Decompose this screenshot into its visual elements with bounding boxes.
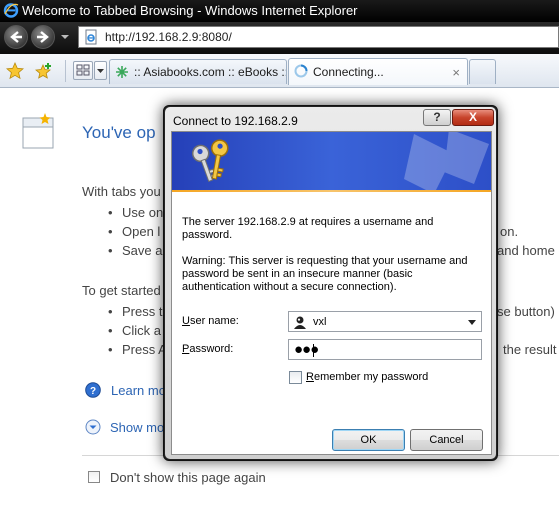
- list-item: Press t: [108, 304, 163, 319]
- list-item: Save a: [108, 243, 163, 258]
- list-item-tail: and home: [497, 243, 555, 258]
- back-arrow-icon: [10, 31, 22, 43]
- password-field[interactable]: ●●●: [288, 339, 482, 360]
- help-button[interactable]: ?: [423, 109, 451, 126]
- address-url[interactable]: http://192.168.2.9:8080/: [105, 30, 232, 44]
- show-more-link[interactable]: Show mo: [110, 420, 164, 435]
- password-label: Password:: [182, 343, 234, 355]
- tab-list-dropdown[interactable]: [94, 61, 107, 80]
- new-tab-button[interactable]: [469, 59, 496, 84]
- list-item: Press A: [108, 342, 167, 357]
- forward-arrow-icon: [37, 31, 49, 43]
- connect-dialog: Connect to 192.168.2.9 ? X The server 19…: [163, 105, 498, 461]
- quick-tabs-button[interactable]: [73, 61, 93, 80]
- dont-show-label: Don't show this page again: [110, 470, 266, 485]
- remember-password-checkbox[interactable]: [289, 371, 302, 384]
- dialog-title: Connect to 192.168.2.9: [173, 114, 298, 128]
- list-item: Open l: [108, 224, 160, 239]
- page-icon: [85, 29, 97, 45]
- keys-icon: [191, 139, 229, 182]
- help-icon: ?: [85, 382, 101, 398]
- dialog-banner: [172, 132, 491, 192]
- quick-tabs-icon: [76, 64, 90, 76]
- text-caret: [313, 344, 314, 357]
- address-bar[interactable]: http://192.168.2.9:8080/: [78, 26, 559, 48]
- ie-logo-icon: [3, 3, 19, 18]
- list-item-tail: se button): [497, 304, 555, 319]
- list-item: Click a: [108, 323, 161, 338]
- tab-asiabooks[interactable]: :: Asiabooks.com :: eBooks ::: [109, 59, 287, 84]
- chevron-down-icon[interactable]: [468, 320, 476, 325]
- loading-spinner-icon: [294, 64, 308, 78]
- back-button[interactable]: [4, 25, 28, 49]
- username-combobox[interactable]: vxl: [288, 311, 482, 332]
- tab-connecting[interactable]: Connecting... ×: [288, 58, 468, 85]
- recent-pages-dropdown-icon[interactable]: [60, 32, 70, 42]
- svg-text:?: ?: [90, 386, 96, 397]
- new-tab-page-icon: [22, 113, 54, 149]
- tab-label: :: Asiabooks.com :: eBooks ::: [134, 65, 287, 79]
- list-item: Use on: [108, 205, 163, 220]
- remember-password-label[interactable]: Remember my password: [306, 371, 428, 383]
- window-title: Welcome to Tabbed Browsing - Windows Int…: [22, 3, 358, 18]
- toolbar-separator: [65, 60, 66, 82]
- asiabooks-favicon-icon: [116, 66, 128, 78]
- ok-button[interactable]: OK: [332, 429, 405, 451]
- tab-label: Connecting...: [313, 65, 384, 79]
- username-value: vxl: [313, 316, 327, 328]
- window-title-bar: Welcome to Tabbed Browsing - Windows Int…: [0, 0, 559, 22]
- insecure-warning: Warning: This server is requesting that …: [182, 255, 468, 293]
- dont-show-checkbox[interactable]: [88, 471, 100, 483]
- favorites-star-icon[interactable]: [6, 62, 24, 80]
- list-item-tail: the result: [503, 342, 557, 357]
- get-started-text: To get started: [82, 283, 161, 298]
- forward-button[interactable]: [31, 25, 55, 49]
- dialog-body: The server 192.168.2.9 at requires a use…: [171, 131, 492, 455]
- banner-stripe: [172, 190, 491, 192]
- dialog-frame: Connect to 192.168.2.9 ? X The server 19…: [165, 107, 496, 459]
- close-tab-icon[interactable]: ×: [452, 65, 460, 80]
- password-mask: ●●●: [294, 341, 319, 358]
- expand-chevron-icon[interactable]: [85, 419, 101, 435]
- username-label: User name:: [182, 315, 239, 327]
- page-heading: You've op: [82, 123, 156, 142]
- add-favorites-icon[interactable]: [35, 62, 53, 80]
- chevron-down-icon: [97, 69, 104, 73]
- navigation-bar: http://192.168.2.9:8080/: [0, 22, 559, 54]
- cancel-button[interactable]: Cancel: [410, 429, 483, 451]
- server-message: The server 192.168.2.9 at requires a use…: [182, 216, 434, 241]
- tab-toolbar: :: Asiabooks.com :: eBooks :: Connecting…: [0, 54, 559, 88]
- close-button[interactable]: X: [452, 109, 494, 126]
- list-item-tail: on.: [500, 224, 519, 239]
- learn-more-link[interactable]: Learn mo: [111, 383, 166, 398]
- tabs-intro-text: With tabs you: [82, 184, 161, 199]
- keys-watermark-icon: [404, 132, 489, 192]
- user-icon: [294, 316, 306, 329]
